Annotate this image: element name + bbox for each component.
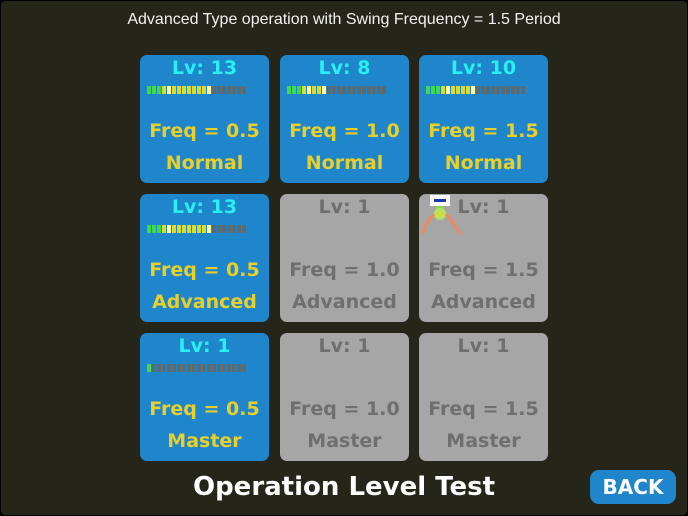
- frequency-label: Freq = 1.0: [289, 259, 400, 281]
- level-card[interactable]: Lv: 1 Freq = 0.5 Master: [140, 333, 269, 461]
- level-label: Lv: 13: [171, 57, 238, 79]
- frequency-label: Freq = 0.5: [149, 398, 260, 420]
- mode-label: Advanced: [431, 291, 536, 313]
- frequency-label: Freq = 1.5: [428, 398, 539, 420]
- mode-label: Normal: [305, 152, 384, 174]
- level-label: Lv: 10: [450, 57, 517, 79]
- level-label: Lv: 1: [318, 196, 371, 218]
- level-card[interactable]: Lv: 1 Freq = 1.0 Advanced: [280, 194, 409, 322]
- level-progress-meter: [147, 364, 246, 372]
- mode-label: Normal: [444, 152, 523, 174]
- mode-label: Master: [167, 430, 242, 452]
- mode-label: Normal: [165, 152, 244, 174]
- mode-label: Master: [446, 430, 521, 452]
- level-card[interactable]: Lv: 13 Freq = 0.5 Normal: [140, 55, 269, 183]
- level-card[interactable]: Lv: 8 Freq = 1.0 Normal: [280, 55, 409, 183]
- robot-arm-icon: [420, 195, 462, 235]
- mode-label: Advanced: [292, 291, 397, 313]
- level-label: Lv: 1: [457, 335, 510, 357]
- mode-label: Master: [307, 430, 382, 452]
- level-card[interactable]: Lv: 1 Freq = 1.5 Master: [419, 333, 548, 461]
- frequency-label: Freq = 0.5: [149, 259, 260, 281]
- level-progress-meter: [426, 86, 525, 94]
- level-progress-meter: [147, 86, 246, 94]
- back-button[interactable]: BACK: [590, 470, 676, 504]
- frequency-label: Freq = 1.0: [289, 398, 400, 420]
- header-text: Advanced Type operation with Swing Frequ…: [127, 11, 561, 28]
- level-label: Lv: 13: [171, 196, 238, 218]
- frequency-label: Freq = 1.5: [428, 120, 539, 142]
- level-progress-meter: [147, 225, 246, 233]
- level-card[interactable]: Lv: 1 Freq = 1.0 Master: [280, 333, 409, 461]
- frequency-label: Freq = 1.0: [289, 120, 400, 142]
- frequency-label: Freq = 1.5: [428, 259, 539, 281]
- level-card[interactable]: Lv: 10 Freq = 1.5 Normal: [419, 55, 548, 183]
- level-label: Lv: 1: [318, 335, 371, 357]
- level-card[interactable]: Lv: 13 Freq = 0.5 Advanced: [140, 194, 269, 322]
- page-title: Operation Level Test: [192, 472, 496, 502]
- frequency-label: Freq = 0.5: [149, 120, 260, 142]
- mode-label: Advanced: [152, 291, 257, 313]
- level-label: Lv: 8: [318, 57, 371, 79]
- level-progress-meter: [287, 86, 386, 94]
- level-label: Lv: 1: [178, 335, 231, 357]
